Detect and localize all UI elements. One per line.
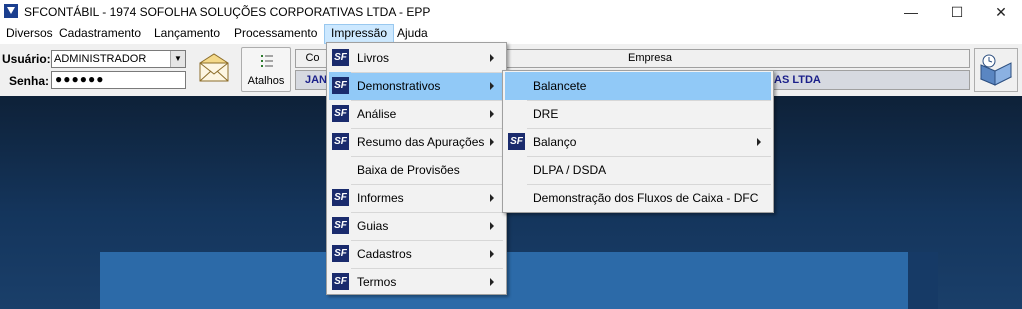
submenu-arrow-icon — [490, 138, 494, 146]
book-icon — [979, 54, 1013, 86]
menu-item-guias[interactable]: SF Guias — [329, 212, 504, 240]
minimize-button[interactable]: — — [888, 0, 934, 24]
maximize-button[interactable]: ☐ — [934, 0, 980, 24]
menu-item-label: Demonstração dos Fluxos de Caixa - DFC — [533, 191, 759, 205]
sf-logo-icon: SF — [508, 133, 525, 150]
menu-item-label: Demonstrativos — [357, 79, 441, 93]
menu-item-label: Livros — [357, 51, 390, 65]
menu-separator — [351, 72, 503, 73]
menu-item-label: Cadastros — [357, 247, 412, 261]
menu-item-livros[interactable]: SF Livros — [329, 44, 504, 72]
envelope-icon — [199, 53, 229, 82]
menu-item-label: Guias — [357, 219, 389, 233]
menu-separator — [527, 128, 771, 129]
senha-label: Senha: — [9, 74, 50, 88]
submenu-arrow-icon — [757, 138, 761, 146]
menu-item-label: Termos — [357, 275, 397, 289]
sf-logo-icon: SF — [332, 77, 349, 94]
menu-item-termos[interactable]: SF Termos — [329, 268, 504, 296]
column-header-co: Co — [295, 49, 330, 68]
submenu-arrow-icon — [490, 54, 494, 62]
close-button[interactable]: ✕ — [978, 0, 1022, 24]
menu-item-resumo-apuracoes[interactable]: SF Resumo das Apurações — [329, 128, 504, 156]
menu-item-label: Análise — [357, 107, 397, 121]
background-panel-shape — [100, 252, 922, 309]
menu-lancamento[interactable]: Lançamento — [148, 24, 226, 44]
menu-separator — [351, 128, 503, 129]
menu-ajuda[interactable]: Ajuda — [391, 24, 434, 44]
submenu-arrow-icon — [490, 250, 494, 258]
menu-item-dre[interactable]: DRE — [505, 100, 771, 128]
chevron-down-icon[interactable]: ▼ — [170, 51, 185, 67]
submenu-arrow-icon — [490, 194, 494, 202]
menu-item-cadastros[interactable]: SF Cadastros — [329, 240, 504, 268]
menu-item-label: Balancete — [533, 79, 587, 93]
company-name-right: AS LTDA — [774, 74, 821, 86]
sf-logo-icon: SF — [332, 217, 349, 234]
demonstrativos-submenu: Balancete DRE SF Balanço DLPA / DSDA Dem… — [502, 70, 774, 213]
impressao-menu: SF Livros SF Demonstrativos SF Análise S… — [326, 42, 507, 295]
menu-item-balancete[interactable]: Balancete — [505, 72, 771, 100]
background-panel-edge — [908, 252, 938, 309]
list-icon — [261, 55, 273, 67]
sf-logo-icon: SF — [332, 133, 349, 150]
company-name-left: JAN — [305, 74, 328, 86]
menu-item-label: Resumo das Apurações — [357, 135, 485, 149]
usuario-value: ADMINISTRADOR — [54, 53, 147, 65]
menu-item-informes[interactable]: SF Informes — [329, 184, 504, 212]
atalhos-label: Atalhos — [247, 75, 285, 87]
sf-logo-icon: SF — [332, 105, 349, 122]
senha-field[interactable]: ●●●●●● — [51, 71, 186, 89]
sf-logo-icon: SF — [332, 245, 349, 262]
usuario-select[interactable]: ADMINISTRADOR ▼ — [51, 50, 186, 68]
menu-item-label: Balanço — [533, 135, 577, 149]
menu-separator — [351, 184, 503, 185]
menu-item-label: Baixa de Provisões — [357, 163, 460, 177]
menu-separator — [351, 268, 503, 269]
menu-bar: Diversos Cadastramento Lançamento Proces… — [0, 24, 1022, 44]
menu-item-baixa-provisoes[interactable]: Baixa de Provisões — [329, 156, 504, 184]
submenu-arrow-icon — [490, 222, 494, 230]
menu-separator — [351, 212, 503, 213]
sf-logo-icon: SF — [332, 273, 349, 290]
menu-processamento[interactable]: Processamento — [228, 24, 323, 44]
menu-separator — [351, 156, 503, 157]
mail-button[interactable] — [192, 49, 237, 89]
menu-item-label: DLPA / DSDA — [533, 163, 607, 177]
menu-separator — [527, 184, 771, 185]
menu-separator — [351, 100, 503, 101]
menu-separator — [527, 100, 771, 101]
menu-diversos[interactable]: Diversos — [0, 24, 59, 44]
menu-item-balanco[interactable]: SF Balanço — [505, 128, 771, 156]
submenu-arrow-icon — [490, 278, 494, 286]
sf-logo-icon: SF — [332, 49, 349, 66]
menu-impressao[interactable]: Impressão — [324, 24, 395, 44]
menu-item-dlpa-dsda[interactable]: DLPA / DSDA — [505, 156, 771, 184]
submenu-arrow-icon — [490, 82, 494, 90]
menu-item-label: DRE — [533, 107, 559, 121]
menu-item-analise[interactable]: SF Análise — [329, 100, 504, 128]
submenu-arrow-icon — [490, 110, 494, 118]
sf-logo-icon: SF — [332, 189, 349, 206]
menu-separator — [351, 240, 503, 241]
atalhos-button[interactable]: Atalhos — [241, 47, 291, 92]
menu-cadastramento[interactable]: Cadastramento — [53, 24, 147, 44]
menu-item-label: Informes — [357, 191, 404, 205]
app-logo-icon — [4, 4, 18, 18]
menu-item-demonstrativos[interactable]: SF Demonstrativos — [329, 72, 504, 100]
menu-separator — [527, 156, 771, 157]
menu-item-dfc[interactable]: Demonstração dos Fluxos de Caixa - DFC — [505, 184, 771, 212]
title-bar: SFCONTÁBIL - 1974 SOFOLHA SOLUÇÕES CORPO… — [0, 0, 1022, 24]
window-title: SFCONTÁBIL - 1974 SOFOLHA SOLUÇÕES CORPO… — [24, 5, 431, 19]
usuario-label: Usuário: — [2, 52, 51, 66]
help-book-button[interactable] — [974, 48, 1018, 92]
